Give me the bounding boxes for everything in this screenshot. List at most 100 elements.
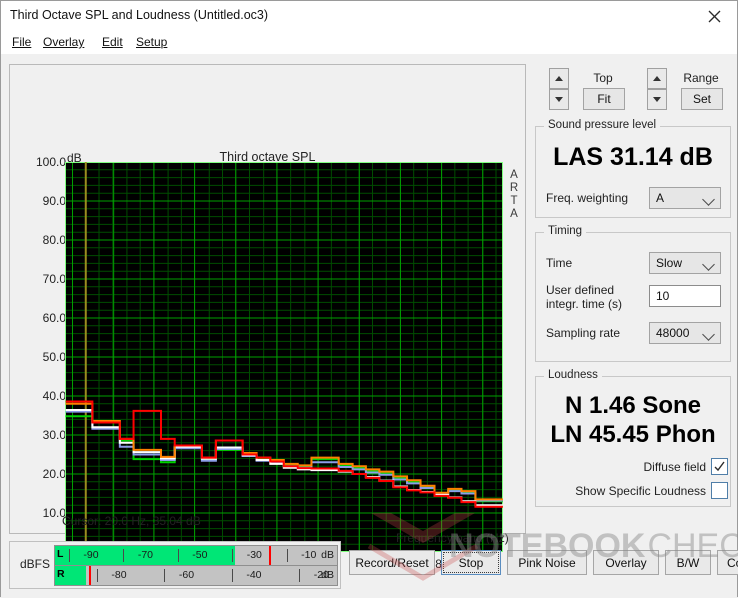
meter-tick [231, 569, 233, 582]
timing-group: Timing Time Slow User defined integr. ti… [535, 225, 731, 362]
application-window: Third Octave SPL and Loudness (Untitled.… [0, 0, 738, 597]
sampling-rate-select[interactable]: 48000 [649, 322, 721, 344]
meter-tick [69, 549, 70, 562]
top-caption: Top [593, 71, 613, 85]
spl-plot[interactable] [65, 162, 503, 552]
overlay-button[interactable]: Overlay [593, 550, 659, 575]
close-icon[interactable] [691, 1, 737, 31]
diffuse-field-label: Diffuse field [643, 460, 706, 474]
meter-tick-label: -40 [246, 569, 262, 581]
bw-button[interactable]: B/W [665, 550, 711, 575]
copy-button[interactable]: Copy [717, 550, 738, 575]
menu-edit[interactable]: Edit [97, 34, 128, 53]
menu-file-label: File [12, 35, 32, 49]
body-area: Third octave SPL dB ARTA 0.010.020.030.0… [1, 54, 738, 597]
menu-edit-label: Edit [102, 35, 123, 49]
meter-channel-label: L [57, 548, 64, 560]
meter-row-right: R -80 -60 -40 -20 dB [55, 566, 337, 585]
graph-panel[interactable]: Third octave SPL dB ARTA 0.010.020.030.0… [9, 64, 527, 571]
record-reset-button[interactable]: Record/Reset [349, 550, 435, 575]
sampling-rate-label: Sampling rate [546, 326, 621, 340]
spl-group-title: Sound pressure level [544, 119, 661, 131]
timing-group-title: Timing [544, 225, 587, 237]
integr-time-label-line2: integr. time (s) [546, 297, 623, 311]
stop-button[interactable]: Stop [441, 550, 501, 575]
y-tick-label: 50.0 [42, 350, 66, 364]
integr-time-label-line1: User defined [546, 283, 615, 297]
title-bar: Third Octave SPL and Loudness (Untitled.… [1, 1, 737, 32]
meter-tick-label: -70 [137, 549, 154, 561]
meter-tick-label: -30 [246, 549, 262, 561]
loudness-group: Loudness N 1.46 Sone LN 45.45 Phon Diffu… [535, 369, 731, 507]
meter-tick [177, 549, 179, 562]
top-spinner-up[interactable] [549, 68, 569, 89]
meter-tick [164, 569, 166, 582]
y-tick-label: 60.0 [42, 311, 66, 325]
meter-tick-label: -50 [192, 549, 208, 561]
top-spinner[interactable] [549, 68, 569, 110]
range-caption: Range [683, 71, 719, 85]
dbfs-meter-panel: dBFS L -90 -70 -50 -30 -10 dB R -80 -60 -40 -20 dB [9, 541, 341, 589]
top-fit-button[interactable]: Fit [583, 88, 625, 110]
loudness-group-title: Loudness [544, 369, 602, 381]
dbfs-label: dBFS [20, 557, 51, 571]
cursor-readout: Cursor: 20.0 Hz, 35.04 dB [62, 514, 201, 528]
freq-weighting-label: Freq. weighting [546, 191, 629, 205]
specific-loudness-checkbox[interactable] [711, 482, 728, 499]
menu-bar: File Overlay Edit Setup [1, 32, 737, 54]
meter-divider [55, 565, 337, 566]
integr-time-value: 10 [656, 289, 670, 303]
menu-file[interactable]: File [7, 34, 36, 53]
range-set-button[interactable]: Set [681, 88, 723, 110]
chevron-down-icon [702, 328, 715, 341]
arta-watermark: ARTA [509, 169, 519, 220]
y-tick-label: 90.0 [42, 194, 66, 208]
scale-controls: Top Fit Range Set [535, 62, 731, 118]
meter-tick [286, 549, 288, 562]
meter-channel-label: R [57, 568, 65, 580]
time-value: Slow [656, 256, 683, 270]
meter-unit-label: dB [321, 549, 334, 561]
meter-peak-marker [269, 546, 272, 565]
meter-tick-label: -90 [83, 549, 99, 561]
integr-time-input[interactable]: 10 [649, 285, 721, 307]
meter-tick [123, 549, 125, 562]
meter-tick [97, 569, 98, 582]
top-spinner-down[interactable] [549, 89, 569, 110]
meter-unit-label: dB [321, 569, 334, 581]
spl-reading: LAS 31.14 dB [553, 143, 713, 171]
y-tick-label: 30.0 [42, 428, 66, 442]
y-tick-label: 20.0 [42, 467, 66, 481]
meter-tick [232, 549, 234, 562]
y-tick-label: 40.0 [42, 389, 66, 403]
range-spinner-down[interactable] [647, 89, 667, 110]
range-spinner[interactable] [647, 68, 667, 110]
loudness-sone: N 1.46 Sone [564, 392, 702, 419]
pink-noise-button[interactable]: Pink Noise [507, 550, 587, 575]
y-tick-label: 100.0 [35, 155, 66, 169]
y-tick-label: 70.0 [42, 272, 66, 286]
chevron-down-icon [702, 193, 715, 206]
x-axis-labels: 1632631252505001k2k4k8k16k [10, 65, 527, 571]
spl-group: Sound pressure level LAS 31.14 dB Freq. … [535, 119, 731, 218]
x-axis-title: Frequency band (Hz) [396, 531, 509, 545]
meter-peak-marker [88, 566, 91, 585]
time-select[interactable]: Slow [649, 252, 721, 274]
right-control-column: Top Fit Range Set Sound pressure level L… [535, 62, 731, 507]
meter-tick-label: -10 [301, 549, 317, 561]
range-spinner-up[interactable] [647, 68, 667, 89]
menu-setup[interactable]: Setup [131, 34, 172, 53]
meter-tick-label: -80 [111, 569, 127, 581]
meter-row-left: L -90 -70 -50 -30 -10 dB [55, 546, 337, 565]
dbfs-meter[interactable]: L -90 -70 -50 -30 -10 dB R -80 -60 -40 -20 dB [54, 545, 338, 586]
diffuse-field-checkbox[interactable] [711, 458, 728, 475]
freq-weighting-select[interactable]: A [649, 187, 721, 209]
freq-weighting-value: A [656, 191, 665, 205]
menu-overlay[interactable]: Overlay [38, 34, 89, 53]
menu-setup-label: Setup [136, 35, 168, 49]
loudness-phon: LN 45.45 Phon [550, 421, 716, 448]
sampling-rate-value: 48000 [656, 326, 690, 340]
time-label: Time [546, 256, 573, 270]
y-tick-label: 80.0 [42, 233, 66, 247]
meter-tick [299, 569, 301, 582]
